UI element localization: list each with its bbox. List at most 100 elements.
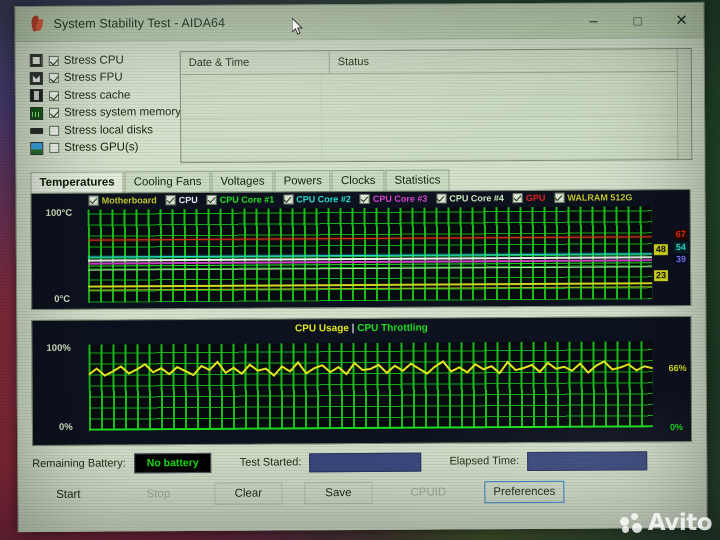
aida64-window: System Stability Test - AIDA64 – □ ✕ Str…	[14, 1, 708, 533]
temp-value-walram: 23	[654, 270, 669, 282]
gpu-card-icon	[30, 141, 44, 155]
tab-cooling-fans[interactable]: Cooling Fans	[124, 170, 211, 193]
legend-checkbox-icon[interactable]	[359, 193, 370, 205]
tab-voltages[interactable]: Voltages	[211, 170, 274, 192]
usage-value: 66%	[668, 363, 687, 374]
legend-label: GPU	[525, 192, 546, 203]
trace-walram	[88, 286, 653, 292]
legend-checkbox-icon[interactable]	[512, 193, 523, 204]
save-button[interactable]: Save	[304, 481, 373, 505]
temperature-legend: Motherboard CPU CPU Core #1 CPU Core #2 …	[32, 192, 690, 206]
avito-dots-icon	[619, 512, 646, 534]
window-body: Stress CPU Stress FPU Stress cache Stres…	[15, 37, 707, 533]
usage-title-separator: |	[351, 323, 355, 335]
stress-option-row[interactable]: Stress system memory	[30, 104, 181, 122]
stress-cpu-checkbox[interactable]	[48, 55, 59, 66]
throttling-title-label: CPU Throttling	[357, 322, 428, 335]
stress-option-row[interactable]: Stress cache	[29, 86, 170, 104]
stop-button: Stop	[146, 488, 171, 501]
stress-option-row[interactable]: Stress CPU	[29, 51, 170, 69]
legend-label: CPU Core #4	[449, 193, 504, 204]
legend-checkbox-icon[interactable]	[165, 195, 176, 206]
tab-temperatures[interactable]: Temperatures	[30, 171, 124, 194]
temperature-chart[interactable]: Motherboard CPU CPU Core #1 CPU Core #2 …	[30, 188, 692, 311]
table-row[interactable]	[181, 137, 692, 163]
legend-checkbox-icon[interactable]	[436, 193, 447, 204]
legend-item-cpu-core-3[interactable]: CPU Core #3	[359, 193, 428, 205]
status-badge: No battery	[133, 452, 212, 474]
clear-button[interactable]: Clear	[214, 482, 283, 505]
usage-plot-area	[88, 341, 653, 431]
battery-label: Remaining Battery:	[32, 457, 126, 471]
legend-item-walram[interactable]: WALRAM 512G	[554, 192, 632, 203]
legend-checkbox-icon[interactable]	[554, 192, 565, 203]
cpu-usage-line	[88, 360, 653, 377]
aida64-flame-icon	[27, 15, 45, 33]
usage-chart-title: CPU Usage | CPU Throttling	[32, 321, 690, 336]
temperature-plot-area	[87, 206, 653, 303]
stress-disks-checkbox[interactable]	[49, 125, 60, 136]
top-section: Stress CPU Stress FPU Stress cache Stres…	[16, 38, 705, 168]
event-log-table[interactable]: Date & Time Status	[179, 47, 693, 164]
close-icon[interactable]: ✕	[659, 3, 703, 37]
preferences-button[interactable]: Preferences	[484, 480, 565, 504]
stress-gpu-checkbox[interactable]	[49, 143, 60, 154]
minimize-icon[interactable]: –	[571, 3, 615, 37]
trace-cpu-core-4	[88, 265, 653, 271]
temp-value-core-2: 54	[673, 242, 688, 254]
stress-memory-checkbox[interactable]	[49, 108, 60, 119]
log-column-status: Status	[337, 55, 369, 69]
legend-item-cpu-core-4[interactable]: CPU Core #4	[436, 193, 504, 204]
legend-checkbox-icon[interactable]	[88, 195, 99, 206]
start-button[interactable]: Start	[34, 484, 102, 506]
legend-item-cpu-core-1[interactable]: CPU Core #1	[206, 194, 275, 205]
cpuid-button: CPUID	[410, 486, 447, 499]
mouse-cursor-icon	[292, 18, 304, 35]
screenshot-root: System Stability Test - AIDA64 – □ ✕ Str…	[0, 0, 720, 540]
legend-label: CPU Core #1	[219, 194, 275, 205]
temp-value-gpu: 67	[673, 229, 688, 241]
stress-fpu-checkbox[interactable]	[48, 73, 59, 84]
stress-cache-label: Stress cache	[63, 89, 131, 102]
temp-axis-min: 0°C	[54, 293, 71, 305]
stress-option-row[interactable]: Stress local disks	[30, 121, 170, 139]
legend-item-motherboard[interactable]: Motherboard	[88, 195, 157, 206]
tab-clocks[interactable]: Clocks	[331, 169, 385, 192]
table-row[interactable]	[181, 115, 692, 141]
table-row[interactable]	[180, 71, 691, 97]
title-bar[interactable]: System Stability Test - AIDA64 – □ ✕	[15, 2, 704, 43]
legend-label: Motherboard	[101, 195, 157, 206]
legend-label: CPU Core #3	[372, 193, 428, 204]
stress-cache-checkbox[interactable]	[48, 90, 59, 101]
tab-statistics[interactable]: Statistics	[385, 169, 450, 191]
table-row[interactable]	[180, 93, 692, 119]
test-started-label: Test Started:	[239, 456, 302, 469]
trace-gpu	[87, 235, 652, 241]
test-started-field	[309, 452, 422, 472]
legend-checkbox-icon[interactable]	[283, 194, 294, 205]
maximize-icon[interactable]: □	[615, 3, 659, 37]
legend-checkbox-icon[interactable]	[206, 194, 217, 205]
stress-option-row[interactable]: Stress FPU	[29, 69, 170, 87]
status-bar: Remaining Battery: No battery Test Start…	[18, 442, 706, 474]
stress-gpu-label: Stress GPU(s)	[64, 141, 139, 155]
cache-icon	[29, 89, 43, 103]
fpu-icon	[29, 71, 43, 85]
stress-options-list: Stress CPU Stress FPU Stress cache Stres…	[29, 51, 181, 164]
stress-disks-label: Stress local disks	[64, 124, 154, 137]
cpu-usage-chart[interactable]: CPU Usage | CPU Throttling 100% 0% 66% 0…	[31, 315, 693, 447]
window-title: System Stability Test - AIDA64	[53, 15, 226, 31]
legend-item-gpu[interactable]: GPU	[512, 192, 546, 204]
tab-powers[interactable]: Powers	[274, 170, 332, 192]
elapsed-time-label: Elapsed Time:	[449, 455, 520, 468]
stress-option-row[interactable]: Stress GPU(s)	[30, 139, 170, 157]
usage-title-label: CPU Usage	[294, 323, 349, 335]
charts-area: Motherboard CPU CPU Core #1 CPU Core #2 …	[30, 188, 693, 447]
log-table-header: Date & Time Status	[180, 48, 691, 76]
legend-item-cpu[interactable]: CPU	[165, 195, 198, 206]
legend-item-cpu-core-2[interactable]: CPU Core #2	[283, 194, 351, 205]
stress-cpu-label: Stress CPU	[63, 54, 124, 67]
cpu-chip-icon	[29, 54, 43, 68]
log-scrollbar[interactable]	[676, 48, 692, 160]
stress-fpu-label: Stress FPU	[63, 71, 123, 85]
